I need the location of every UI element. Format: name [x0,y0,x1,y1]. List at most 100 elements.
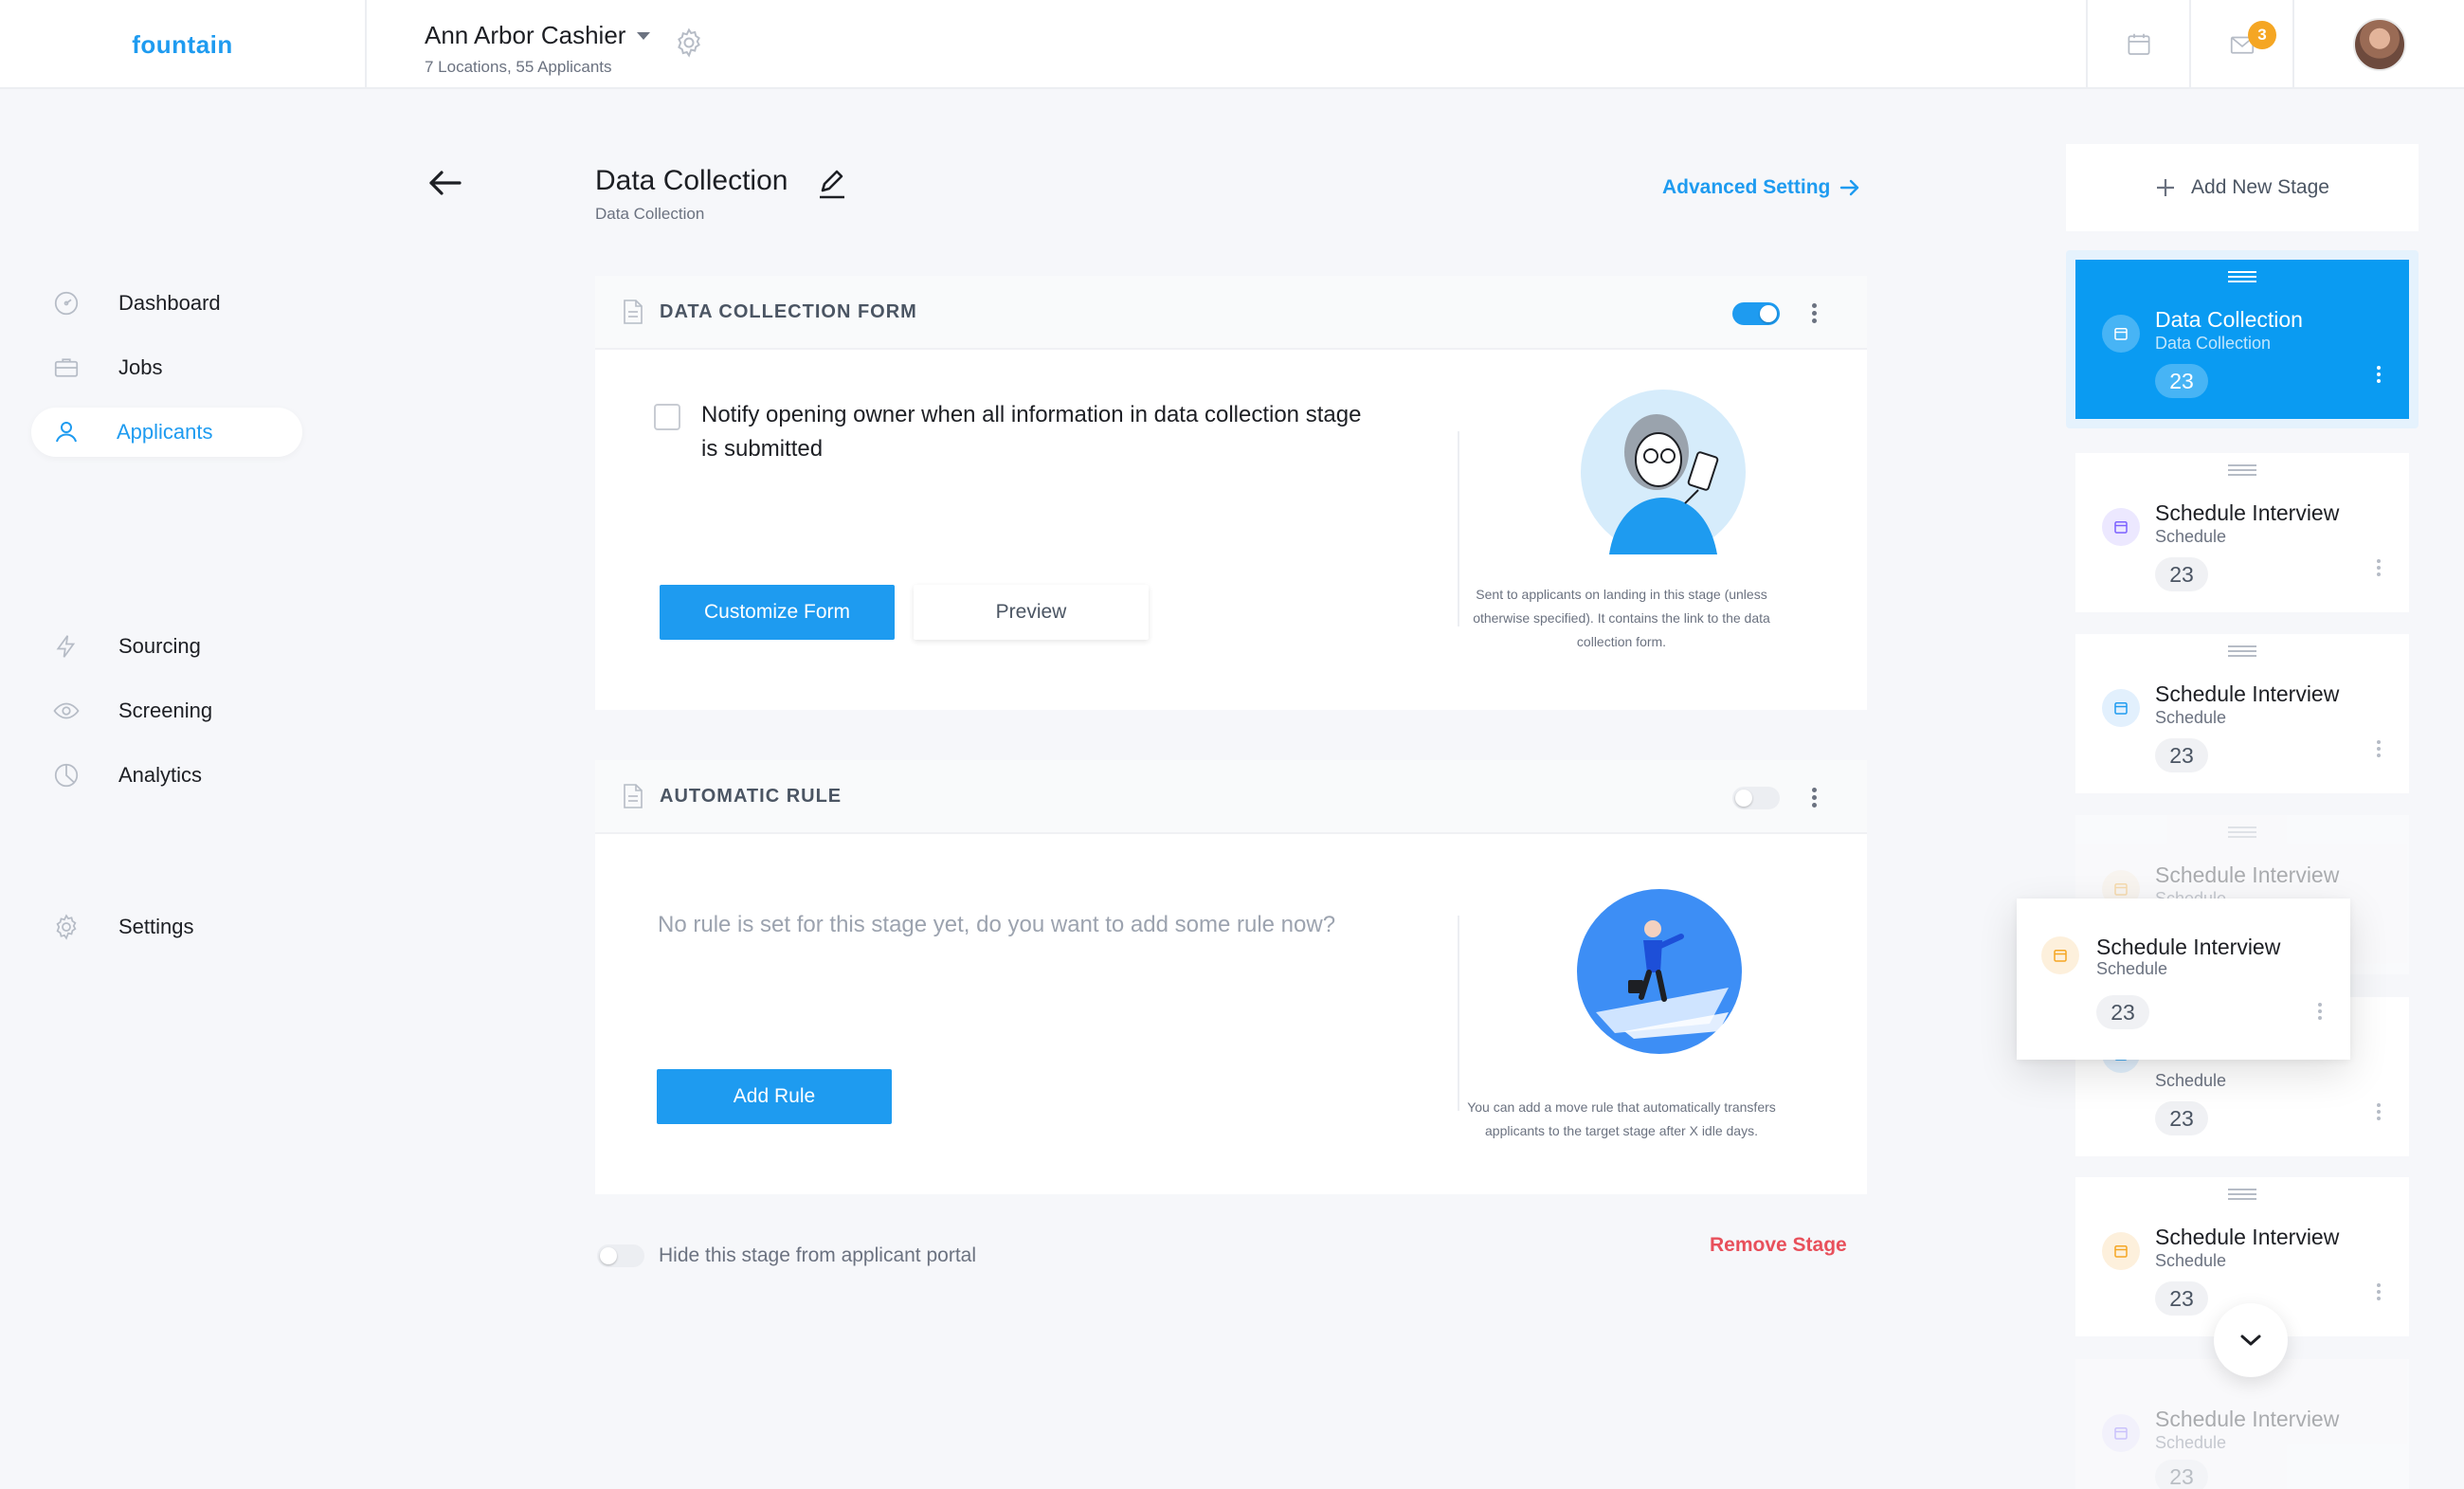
stage-subtitle: Schedule [2155,1071,2227,1090]
rule-caption: You can add a move rule that automatical… [1467,1099,1776,1138]
stage-title: Schedule Interview [2155,500,2340,525]
advanced-setting-label[interactable]: Advanced Setting [1662,176,1830,199]
rule-illustration [1577,889,1742,1054]
sidebar-item-sourcing[interactable]: Sourcing [31,622,302,671]
stage-card-data-collection[interactable]: Data Collection Data Collection 23 [2075,260,2409,419]
stage-subtitle: Schedule [2155,1251,2227,1270]
customize-form-button[interactable]: Customize Form [660,585,895,640]
notify-label: Notify opening owner when all informatio… [701,402,1362,462]
no-rule-text: No rule is set for this stage yet, do yo… [658,912,1336,937]
card-title: AUTOMATIC RULE [660,785,842,807]
divider [1458,916,1459,1111]
stage-title: Data Collection [2155,307,2303,332]
mail-badge: 3 [2248,21,2276,49]
stage-calendar-icon [2041,936,2079,974]
stage-card-schedule-interview[interactable]: Schedule Interview Schedule 23 [2075,1359,2409,1489]
calendar-button[interactable] [2086,0,2189,89]
automatic-rule-card: AUTOMATIC RULE No rule is set for this s… [595,760,1867,1194]
stage-title: Schedule Interview [2155,863,2340,887]
add-new-stage-label[interactable]: Add New Stage [2191,176,2329,199]
avatar[interactable] [2352,18,2406,71]
drag-handle-icon[interactable] [2228,271,2256,282]
stage-calendar-icon [2102,689,2140,727]
stage-count: 23 [2155,557,2208,591]
kebab-menu-icon[interactable] [2377,559,2381,579]
drag-handle-icon[interactable] [2228,464,2256,476]
page-title: Data Collection [595,165,788,196]
stage-calendar-icon [2102,315,2140,353]
drag-handle-icon[interactable] [2228,1189,2256,1200]
sidebar-item-label: Sourcing [118,634,201,658]
sidebar-item-dashboard[interactable]: Dashboard [31,279,302,328]
stage-title: Schedule Interview [2096,935,2281,959]
stage-count: 23 [2096,995,2149,1029]
sidebar-item-applicants[interactable]: Applicants [31,408,302,457]
divider [1458,431,1459,626]
advanced-setting-link[interactable]: Advanced Setting [1662,176,1860,199]
sidebar-item-label: Screening [118,699,213,722]
user-icon [56,422,77,443]
card-title: DATA COLLECTION FORM [660,300,917,322]
fountain-logo[interactable]: fountain [132,30,233,60]
top-bar: fountain Ann Arbor Cashier 7 Locations, … [0,0,2464,89]
card-header: AUTOMATIC RULE [595,760,1867,834]
add-rule-button[interactable]: Add Rule [657,1069,892,1124]
briefcase-icon [54,358,79,377]
kebab-menu-icon[interactable] [2377,366,2381,386]
kebab-menu-icon[interactable] [1809,786,1819,810]
stage-count: 23 [2155,738,2208,772]
kebab-menu-icon[interactable] [2377,1103,2381,1123]
data-collection-form-card: DATA COLLECTION FORM Notify opening owne… [595,276,1867,710]
logo-area[interactable]: fountain [0,0,367,89]
add-new-stage-button[interactable]: Add New Stage [2066,144,2419,231]
scroll-down-button[interactable] [2214,1303,2288,1377]
stage-title: Schedule Interview [2155,1225,2340,1249]
kebab-menu-icon[interactable] [2377,1283,2381,1303]
remove-stage-button[interactable]: Remove Stage [1710,1234,1847,1257]
stage-calendar-icon [2102,1414,2140,1452]
drag-handle-icon[interactable] [2228,645,2256,657]
eye-icon [53,702,80,719]
form-enabled-toggle[interactable] [1732,302,1780,325]
form-caption: Sent to applicants on landing in this st… [1473,587,1770,649]
gear-icon [56,914,77,940]
drag-handle-icon [2228,826,2256,838]
edit-pencil-icon[interactable] [817,168,847,200]
rule-enabled-toggle[interactable] [1732,787,1780,809]
mail-button[interactable]: 3 [2189,0,2292,89]
stage-subtitle: Schedule [2155,1433,2227,1452]
document-icon [624,300,643,324]
kebab-menu-icon[interactable] [2377,740,2381,760]
kebab-menu-icon[interactable] [1809,301,1819,326]
company-name[interactable]: Ann Arbor Cashier [425,21,625,50]
sidebar-item-jobs[interactable]: Jobs [31,343,302,392]
stage-card-schedule-interview[interactable]: Schedule Interview Schedule 23 [2075,634,2409,793]
document-icon [624,784,643,808]
stage-count: 23 [2155,1101,2208,1135]
stage-calendar-icon [2102,1232,2140,1270]
stage-subtitle: Schedule [2155,708,2227,727]
profile-button[interactable] [2292,0,2464,89]
dragging-stage-card[interactable]: Schedule Interview Schedule 23 [2017,899,2350,1060]
back-arrow-icon[interactable] [426,166,464,200]
stage-title: Schedule Interview [2155,1407,2340,1431]
sidebar-item-settings[interactable]: Settings [31,902,302,952]
notify-checkbox[interactable] [654,404,680,430]
hide-stage-toggle[interactable] [597,1244,644,1267]
stage-card-schedule-interview[interactable]: Schedule Interview Schedule 23 [2075,453,2409,612]
card-header: DATA COLLECTION FORM [595,276,1867,350]
kebab-menu-icon[interactable] [2318,1003,2322,1023]
preview-button[interactable]: Preview [914,585,1149,640]
page-subtitle: Data Collection [595,205,705,223]
company-switcher[interactable]: Ann Arbor Cashier 7 Locations, 55 Applic… [425,21,651,77]
sidebar-item-analytics[interactable]: Analytics [31,751,302,800]
stage-title: Schedule Interview [2155,681,2340,706]
sidebar-item-screening[interactable]: Screening [31,686,302,735]
sidebar-item-label: Jobs [118,355,163,379]
company-settings-icon[interactable] [673,27,705,59]
sidebar-item-label: Analytics [118,763,203,787]
form-illustration [1581,390,1746,554]
arrow-right-icon[interactable] [1839,178,1860,197]
stage-calendar-icon [2102,508,2140,546]
chevron-down-icon[interactable] [637,31,651,40]
